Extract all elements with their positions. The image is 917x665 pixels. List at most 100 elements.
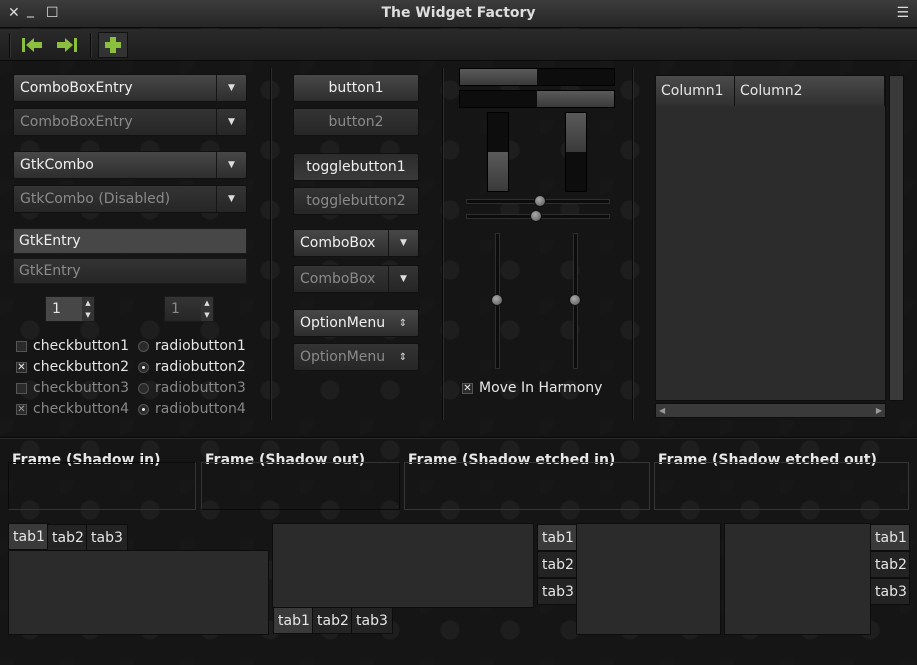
checkbox-checked-icon: ✕ [16, 403, 27, 415]
separator [442, 68, 444, 420]
tab-tab2[interactable]: tab2 [312, 607, 354, 634]
checkbutton-1[interactable]: checkbutton1 [16, 338, 129, 354]
radio-selected-icon [138, 361, 149, 373]
checkbox-icon [16, 382, 27, 394]
tab-tab1[interactable]: tab1 [8, 523, 50, 550]
togglebutton2: togglebutton2 [293, 187, 419, 215]
checkbutton-2[interactable]: ✕ checkbutton2 [16, 359, 129, 375]
radiobutton-4: radiobutton4 [138, 401, 246, 417]
window-title: The Widget Factory [381, 5, 536, 21]
checkbox-checked-icon: ✕ [462, 382, 473, 394]
button1[interactable]: button1 [293, 74, 419, 102]
tab-tab1[interactable]: tab1 [273, 607, 315, 634]
optionmenu-1[interactable]: OptionMenu ⇕ [293, 309, 419, 337]
tab-tab2[interactable]: tab2 [47, 524, 89, 551]
check-label: checkbutton3 [33, 380, 130, 396]
separator [0, 437, 917, 439]
chevron-down-icon[interactable]: ▼ [388, 230, 418, 256]
tree-view[interactable]: Column1 Column2 [655, 75, 886, 401]
spin-up-icon: ▲ [204, 299, 210, 307]
checkbutton-3: checkbutton3 [16, 380, 129, 396]
move-in-harmony-check[interactable]: ✕ Move In Harmony [462, 380, 602, 396]
radio-label: radiobutton3 [155, 380, 246, 396]
radio-icon [138, 340, 149, 352]
spinbutton-2: 1 ▲ ▼ [164, 296, 214, 322]
gtkcombo-disabled: GtkCombo (Disabled) ▼ [13, 185, 247, 213]
checkbox-checked-icon: ✕ [16, 361, 27, 373]
vscale-1-knob[interactable] [491, 294, 503, 306]
combo-text: ComboBoxEntry [20, 80, 133, 96]
button2: button2 [293, 108, 419, 136]
spin-value: 1 [171, 301, 180, 317]
frame-shadow-etched-out [654, 462, 909, 510]
spin-up-icon[interactable]: ▲ [85, 299, 90, 307]
column-header-2[interactable]: Column2 [735, 76, 885, 106]
chevron-down-icon: ▼ [388, 266, 418, 292]
tab-tab3[interactable]: tab3 [86, 524, 128, 551]
combo-text: ComboBox [300, 271, 376, 287]
toolbar [0, 29, 917, 61]
frame-shadow-in [8, 462, 196, 510]
radio-label: radiobutton2 [155, 359, 246, 375]
comboboxentry-2: ComboBoxEntry ▼ [13, 108, 247, 136]
gtkentry-1[interactable]: GtkEntry [13, 228, 247, 254]
tab-tab3[interactable]: tab3 [870, 578, 910, 605]
frame-shadow-out [201, 462, 400, 510]
radio-selected-icon [138, 403, 149, 415]
comboboxentry-1[interactable]: ComboBoxEntry ▼ [13, 74, 247, 102]
combobox-1[interactable]: ComboBox ▼ [293, 229, 419, 257]
scroll-left-icon[interactable]: ◀ [659, 406, 665, 415]
gtkcombo-1[interactable]: GtkCombo ▼ [13, 151, 247, 179]
spin-down-icon: ▼ [204, 311, 210, 319]
toolbar-separator [90, 33, 92, 57]
title-bar: ✕ _ ☐ The Widget Factory ☰ [0, 0, 917, 28]
tab-tab2[interactable]: tab2 [870, 551, 910, 578]
hscale-2-knob[interactable] [530, 210, 542, 222]
progressbar-v2 [565, 112, 587, 192]
checkbutton-4: ✕ checkbutton4 [16, 401, 129, 417]
vertical-scrollbar[interactable] [889, 75, 904, 401]
vscale-2-knob[interactable] [569, 294, 581, 306]
combobox-2: ComboBox ▼ [293, 265, 419, 293]
chevron-down-icon[interactable]: ▼ [216, 152, 246, 178]
notebook-top-page [8, 550, 269, 635]
tab-tab3[interactable]: tab3 [351, 607, 393, 634]
add-icon[interactable] [98, 32, 128, 58]
separator [632, 68, 634, 420]
checkbox-icon [16, 340, 27, 352]
updown-icon: ⇕ [398, 317, 408, 329]
separator [270, 68, 272, 420]
radiobutton-1[interactable]: radiobutton1 [138, 338, 246, 354]
tab-tab3[interactable]: tab3 [537, 578, 577, 605]
column-header-1[interactable]: Column1 [656, 76, 735, 106]
radio-icon [138, 382, 149, 394]
radiobutton-3: radiobutton3 [138, 380, 246, 396]
tab-tab1[interactable]: tab1 [537, 524, 577, 551]
notebook-bottom-page [272, 523, 534, 608]
radiobutton-2[interactable]: radiobutton2 [138, 359, 246, 375]
tab-tab1[interactable]: tab1 [870, 524, 910, 551]
chevron-down-icon[interactable]: ▼ [216, 75, 246, 101]
spin-down-icon[interactable]: ▼ [85, 311, 90, 319]
frame-shadow-etched-in [404, 462, 650, 510]
togglebutton1[interactable]: togglebutton1 [293, 153, 419, 181]
spinbutton-1[interactable]: 1 ▲ ▼ [45, 296, 95, 322]
go-last-icon[interactable] [52, 32, 82, 58]
combo-text: OptionMenu [300, 315, 386, 331]
scroll-right-icon[interactable]: ▶ [876, 406, 882, 415]
notebook-left-page [576, 523, 721, 635]
combo-text: ComboBoxEntry [20, 114, 133, 130]
combo-text: GtkCombo (Disabled) [20, 191, 171, 207]
check-label: checkbutton1 [33, 338, 130, 354]
menu-icon[interactable]: ☰ [896, 5, 909, 21]
spin-value: 1 [52, 301, 61, 317]
go-first-icon[interactable] [17, 32, 47, 58]
optionmenu-2: OptionMenu ⇕ [293, 343, 419, 371]
check-label: checkbutton2 [33, 359, 130, 375]
tab-tab2[interactable]: tab2 [537, 551, 577, 578]
horizontal-scrollbar[interactable]: ◀ ▶ [655, 403, 886, 418]
hscale-1-knob[interactable] [534, 195, 546, 207]
gtkentry-2: GtkEntry [13, 258, 247, 284]
radio-label: radiobutton4 [155, 401, 246, 417]
check-label: checkbutton4 [33, 401, 130, 417]
